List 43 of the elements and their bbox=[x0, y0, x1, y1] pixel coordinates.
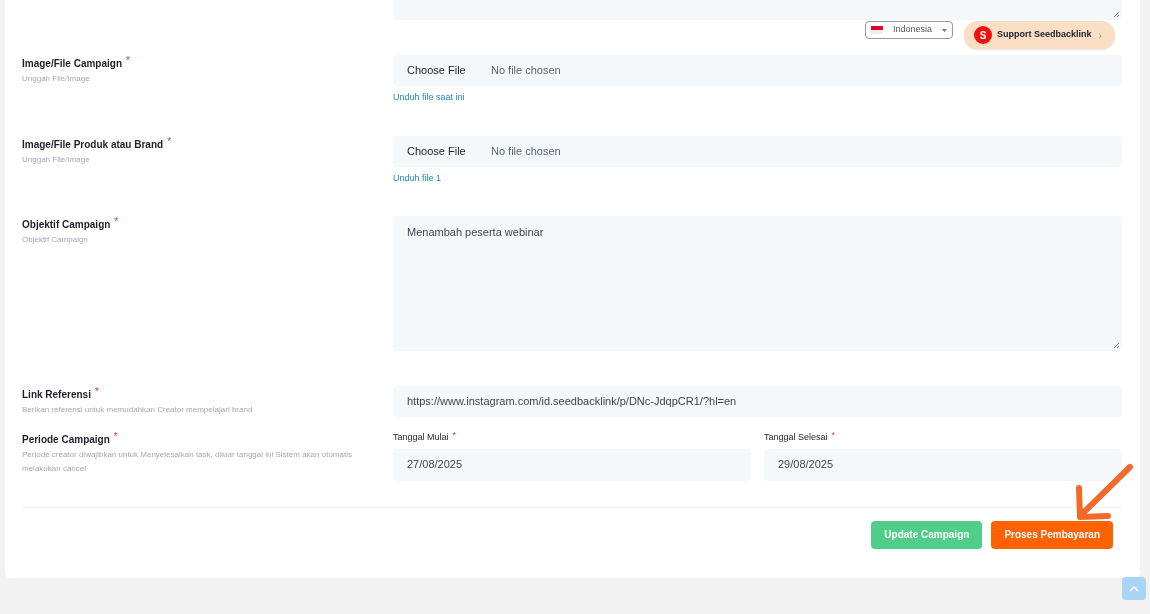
choose-file-button[interactable]: Choose File bbox=[407, 142, 491, 160]
objective-textarea[interactable]: Menambah peserta webinar bbox=[393, 216, 1122, 351]
field-hint: Objektif Campaign bbox=[22, 234, 89, 246]
file-status: No file chosen bbox=[491, 63, 561, 79]
field-label: Objektif Campaign bbox=[22, 218, 111, 232]
support-badge: S bbox=[974, 26, 992, 44]
date-label: Tanggal Mulai bbox=[393, 431, 449, 444]
date-input[interactable]: 29/08/2025 bbox=[764, 448, 1122, 481]
file-input[interactable]: Choose File No file chosen bbox=[393, 55, 1122, 86]
required-mark: * bbox=[113, 432, 118, 442]
field-label: Periode Campaign bbox=[22, 433, 110, 447]
resize-handle-icon bbox=[1113, 342, 1120, 349]
required-mark: * bbox=[126, 56, 130, 66]
file-status: No file chosen bbox=[491, 143, 561, 159]
flag-icon bbox=[871, 26, 883, 34]
field-hint: Unggah File/Image bbox=[22, 73, 91, 85]
chevron: › bbox=[1098, 28, 1102, 43]
field-hint: Berikan referensi untuk memudahkan Creator mempelajari brand bbox=[22, 404, 254, 416]
support-button[interactable]: S Support Seedbacklink › bbox=[964, 21, 1115, 49]
required-mark: * bbox=[831, 431, 836, 440]
field-label: Image/File Produk atau Brand bbox=[22, 137, 164, 152]
link-input[interactable]: https://www.instagram.com/id.seedbacklink/p/DNc-JdqpCR1/?hl=en bbox=[393, 386, 1122, 417]
required-mark: * bbox=[167, 136, 172, 147]
resize-handle-icon bbox=[1113, 11, 1120, 18]
required-mark: * bbox=[94, 387, 99, 397]
required-mark: * bbox=[114, 217, 119, 227]
language-selector[interactable]: Indonesia bbox=[865, 21, 953, 39]
textarea-bottom[interactable] bbox=[393, 0, 1122, 20]
choose-file-button[interactable]: Choose File bbox=[407, 62, 491, 79]
field-hint: Unggah File/Image bbox=[22, 153, 91, 166]
arrow-up-icon bbox=[1129, 585, 1139, 592]
required-mark: * bbox=[452, 431, 457, 440]
date-label: Tanggal Selesai bbox=[764, 431, 828, 444]
date-input[interactable]: 27/08/2025 bbox=[393, 448, 751, 481]
download-link[interactable]: Unduh file 1 bbox=[393, 171, 442, 185]
download-link[interactable]: Unduh file saat ini bbox=[393, 91, 465, 105]
file-input[interactable]: Choose File No file chosen bbox=[393, 135, 1122, 167]
field-label: Image/File Campaign bbox=[22, 57, 123, 71]
field-hint: Periode creator diwajibkan untuk Menyelesaikan task, diluar tanggal ini Sistem akan otomatis melakukan cancel bbox=[22, 449, 353, 475]
scroll-top-button[interactable] bbox=[1122, 577, 1146, 600]
support-label: Support Seedbacklink bbox=[997, 28, 1092, 42]
field-label: Link Referensi bbox=[22, 388, 91, 402]
dropdown-caret-icon bbox=[942, 28, 947, 32]
